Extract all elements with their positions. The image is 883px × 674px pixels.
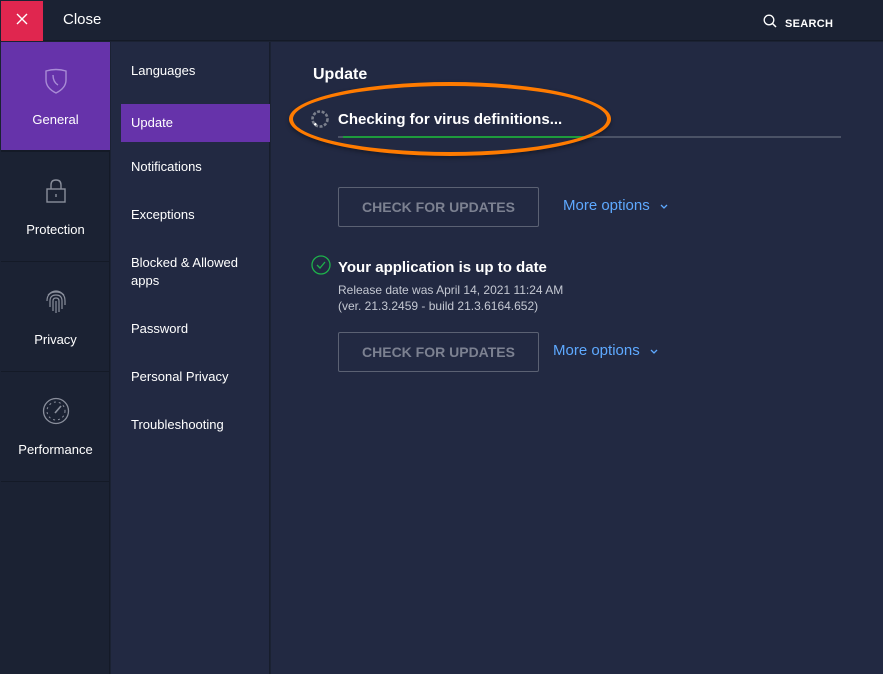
more-options-label: More options xyxy=(563,197,650,214)
search-button[interactable]: SEARCH xyxy=(763,14,833,34)
fingerprint-icon xyxy=(44,286,68,316)
rail-item-general[interactable]: General xyxy=(1,42,110,152)
release-date-text: Release date was April 14, 2021 11:24 AM xyxy=(338,283,564,297)
check-virus-definitions-button[interactable]: CHECK FOR UPDATES xyxy=(338,187,539,227)
rail-label: General xyxy=(32,112,79,127)
search-icon xyxy=(763,14,778,34)
chevron-down-icon xyxy=(650,342,658,359)
loading-spinner-icon xyxy=(311,110,329,128)
rail-label: Performance xyxy=(18,442,93,457)
application-more-options[interactable]: More options xyxy=(553,342,658,359)
application-status: Your application is up to date xyxy=(311,255,547,280)
virus-definitions-status: Checking for virus definitions... xyxy=(311,110,562,128)
submenu-item-personal-privacy[interactable]: Personal Privacy xyxy=(121,368,270,386)
rail-item-performance[interactable]: Performance xyxy=(1,372,110,482)
title-bar: Close SEARCH xyxy=(0,0,883,41)
update-panel: Update Checking for virus definitions...… xyxy=(271,42,883,674)
close-label[interactable]: Close xyxy=(63,11,101,28)
virus-definitions-progress-bar xyxy=(338,136,841,138)
more-options-label: More options xyxy=(553,342,640,359)
version-text: (ver. 21.3.2459 - build 21.3.6164.652) xyxy=(338,299,539,313)
shield-icon xyxy=(44,66,68,96)
rail-item-privacy[interactable]: Privacy xyxy=(1,262,110,372)
submenu-item-update[interactable]: Update xyxy=(121,104,270,142)
submenu-item-label: Update xyxy=(131,115,173,130)
chevron-down-icon xyxy=(660,197,668,214)
category-rail: General Protection Privacy Performance xyxy=(1,42,110,674)
progress-fill xyxy=(343,136,592,138)
settings-submenu: Languages Update Notifications Exception… xyxy=(111,42,270,674)
close-button[interactable] xyxy=(1,1,43,41)
virus-definitions-more-options[interactable]: More options xyxy=(563,197,668,214)
close-x-icon xyxy=(16,12,28,30)
submenu-item-password[interactable]: Password xyxy=(121,320,270,338)
virus-definitions-status-text: Checking for virus definitions... xyxy=(338,110,563,128)
page-title: Update xyxy=(313,66,368,83)
submenu-item-exceptions[interactable]: Exceptions xyxy=(121,206,270,224)
check-application-updates-button[interactable]: CHECK FOR UPDATES xyxy=(338,332,539,372)
search-label: SEARCH xyxy=(785,18,834,30)
lock-icon xyxy=(45,176,67,206)
submenu-item-notifications[interactable]: Notifications xyxy=(121,158,270,176)
submenu-item-troubleshooting[interactable]: Troubleshooting xyxy=(121,416,270,434)
check-circle-icon xyxy=(311,255,331,280)
rail-item-protection[interactable]: Protection xyxy=(1,152,110,262)
rail-label: Privacy xyxy=(34,332,77,347)
submenu-item-blocked-allowed-apps[interactable]: Blocked & Allowed apps xyxy=(121,254,251,290)
application-status-text: Your application is up to date xyxy=(338,259,547,276)
speedometer-icon xyxy=(42,396,70,426)
rail-label: Protection xyxy=(26,222,85,237)
submenu-item-languages[interactable]: Languages xyxy=(121,62,270,80)
